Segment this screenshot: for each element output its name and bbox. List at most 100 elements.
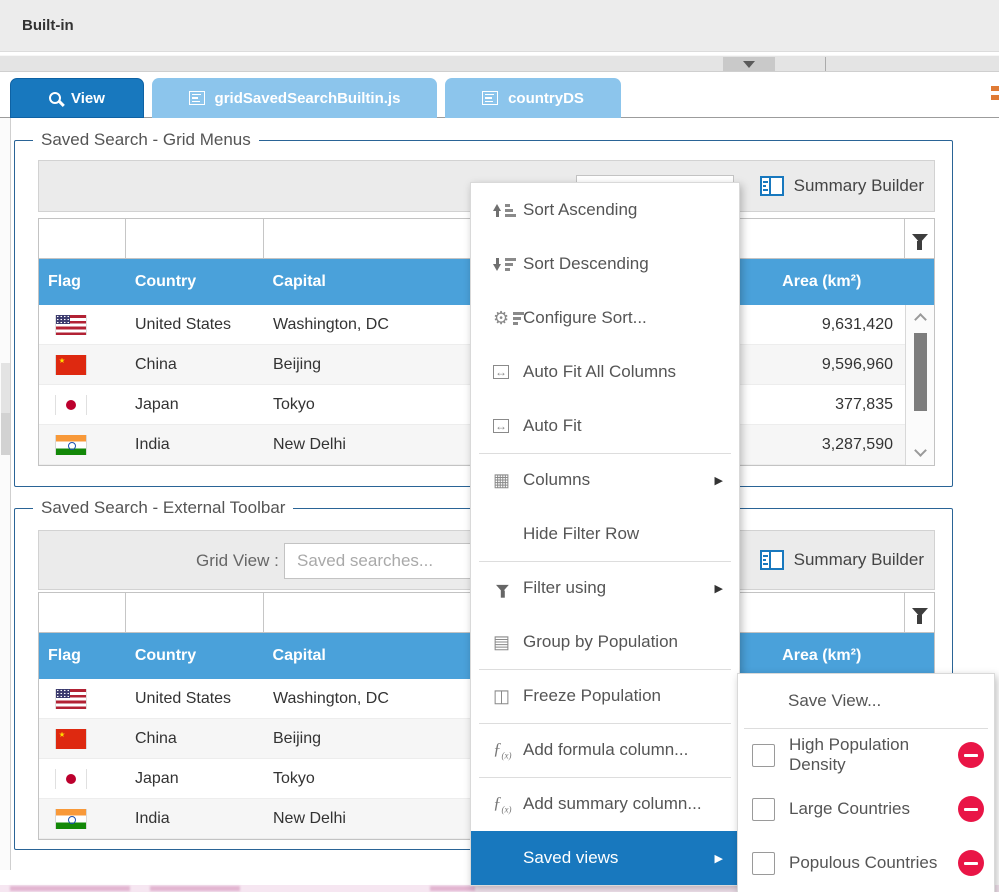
submenu-item-save-view[interactable]: Save View... <box>738 674 994 728</box>
flag-india <box>56 434 86 455</box>
tab-view[interactable]: View <box>10 78 144 118</box>
scrollbar-thumb[interactable] <box>914 333 927 411</box>
filter-funnel-icon <box>911 608 928 624</box>
filter-input-country[interactable] <box>126 219 264 258</box>
country-cell: United States <box>135 689 232 707</box>
view-checkbox[interactable] <box>752 797 775 821</box>
filter-input-flag[interactable] <box>39 219 126 258</box>
scroll-down-icon[interactable] <box>914 444 927 457</box>
menu-item-hide-filter-row[interactable]: Hide Filter Row <box>471 507 739 561</box>
flag-japan <box>56 394 86 415</box>
vertical-scrollbar[interactable] <box>905 305 934 465</box>
delete-view-button[interactable] <box>958 796 984 822</box>
filter-menu-button[interactable] <box>905 593 934 632</box>
column-header-capital[interactable]: Capital <box>264 259 471 305</box>
column-header-filler <box>904 259 934 305</box>
capital-cell: Washington, DC <box>273 315 389 333</box>
configure-sort-icon: ⚙ <box>493 309 525 327</box>
summary-builder-label: Summary Builder <box>793 550 924 569</box>
capital-cell: Washington, DC <box>273 689 389 707</box>
menu-item-add-formula-column[interactable]: ƒ(x) Add formula column... <box>471 723 739 777</box>
capital-cell: Beijing <box>273 355 322 373</box>
flag-china <box>56 728 86 749</box>
flag-us <box>56 314 86 335</box>
tab-country-ds[interactable]: countryDS <box>445 78 621 118</box>
page-scrollbar[interactable] <box>0 118 11 870</box>
capital-cell: Tokyo <box>273 395 315 413</box>
filter-input-area[interactable] <box>740 219 906 258</box>
delete-view-button[interactable] <box>958 742 984 768</box>
menu-item-autofit-all-columns[interactable]: ↔ Auto Fit All Columns <box>471 345 739 399</box>
section-legend: Saved Search - External Toolbar <box>41 498 286 517</box>
filter-input-flag[interactable] <box>39 593 126 632</box>
menu-item-freeze-population[interactable]: ◫ Freeze Population <box>471 669 739 723</box>
view-checkbox[interactable] <box>752 851 775 875</box>
columns-icon: ▦ <box>493 470 511 490</box>
splitter-collapse-button[interactable] <box>723 57 775 71</box>
search-icon <box>49 92 62 104</box>
menu-item-autofit[interactable]: ↔ Auto Fit <box>471 399 739 453</box>
filter-funnel-icon <box>911 234 928 250</box>
column-header-area[interactable]: Area (km²) <box>739 259 904 305</box>
menu-item-add-summary-column[interactable]: ƒ(x) Add summary column... <box>471 777 739 831</box>
column-header-country[interactable]: Country <box>126 259 264 305</box>
area-cell: 9,596,960 <box>821 355 893 373</box>
summary-builder-button[interactable]: Summary Builder <box>759 176 924 196</box>
menu-item-saved-views[interactable]: Saved views ▶ <box>471 831 739 885</box>
section-legend: Saved Search - Grid Menus <box>41 130 251 149</box>
filter-input-area[interactable] <box>740 593 906 632</box>
grid-view-label: Grid View : <box>196 551 279 570</box>
page-header: Built-in <box>0 0 999 52</box>
flag-us <box>56 688 86 709</box>
summary-builder-button[interactable]: Summary Builder <box>759 550 924 570</box>
menu-item-configure-sort[interactable]: ⚙ Configure Sort... <box>471 291 739 345</box>
submenu-arrow-icon: ▶ <box>714 852 723 865</box>
filter-input-capital[interactable] <box>264 219 471 258</box>
menu-item-columns[interactable]: ▦ Columns ▶ <box>471 453 739 507</box>
flag-china <box>56 354 86 375</box>
column-header-capital[interactable]: Capital <box>264 633 471 679</box>
chevron-down-icon <box>743 60 755 68</box>
scrollbar-thumb[interactable] <box>1 413 10 455</box>
delete-view-button[interactable] <box>958 850 984 876</box>
country-cell: India <box>135 435 170 453</box>
scroll-up-icon[interactable] <box>913 313 927 326</box>
filter-funnel-icon <box>496 584 520 598</box>
tab-label: View <box>71 89 105 107</box>
column-header-flag[interactable]: Flag <box>39 259 126 305</box>
view-checkbox[interactable] <box>752 743 775 767</box>
country-cell: United States <box>135 315 232 333</box>
filter-input-capital[interactable] <box>264 593 471 632</box>
autofit-icon: ↔ <box>493 419 509 433</box>
saved-views-submenu: Save View... High Population Density Lar… <box>737 673 995 892</box>
capital-cell: New Delhi <box>273 809 346 827</box>
code-icon[interactable] <box>991 86 999 108</box>
submenu-item-large-countries[interactable]: Large Countries <box>738 782 994 836</box>
menu-item-sort-descending[interactable]: Sort Descending <box>471 237 739 291</box>
country-cell: Japan <box>135 769 179 787</box>
horizontal-splitter[interactable] <box>0 55 999 72</box>
filter-input-country[interactable] <box>126 593 264 632</box>
splitter-divider <box>825 57 826 71</box>
page-title: Built-in <box>22 17 74 34</box>
formula-icon: ƒ(x) <box>493 739 512 761</box>
column-header-country[interactable]: Country <box>126 633 264 679</box>
submenu-arrow-icon: ▶ <box>714 474 723 487</box>
menu-item-group-by-population[interactable]: ▤ Group by Population <box>471 615 739 669</box>
tab-grid-saved-search-builtin-js[interactable]: gridSavedSearchBuiltin.js <box>152 78 437 118</box>
submenu-item-populous-countries[interactable]: Populous Countries <box>738 836 994 890</box>
menu-item-filter-using[interactable]: Filter using ▶ <box>471 561 739 615</box>
submenu-item-high-population-density[interactable]: High Population Density <box>738 728 994 782</box>
file-icon <box>188 91 205 105</box>
column-header-flag[interactable]: Flag <box>39 633 126 679</box>
filter-menu-button[interactable] <box>905 219 934 258</box>
area-cell: 377,835 <box>835 395 893 413</box>
tab-label: countryDS <box>508 89 584 107</box>
menu-item-sort-ascending[interactable]: Sort Ascending <box>471 183 739 237</box>
country-cell: China <box>135 729 177 747</box>
area-cell: 3,287,590 <box>821 435 893 453</box>
country-cell: India <box>135 809 170 827</box>
summary-builder-label: Summary Builder <box>793 176 924 195</box>
capital-cell: Beijing <box>273 729 322 747</box>
area-cell: 9,631,420 <box>821 315 893 333</box>
